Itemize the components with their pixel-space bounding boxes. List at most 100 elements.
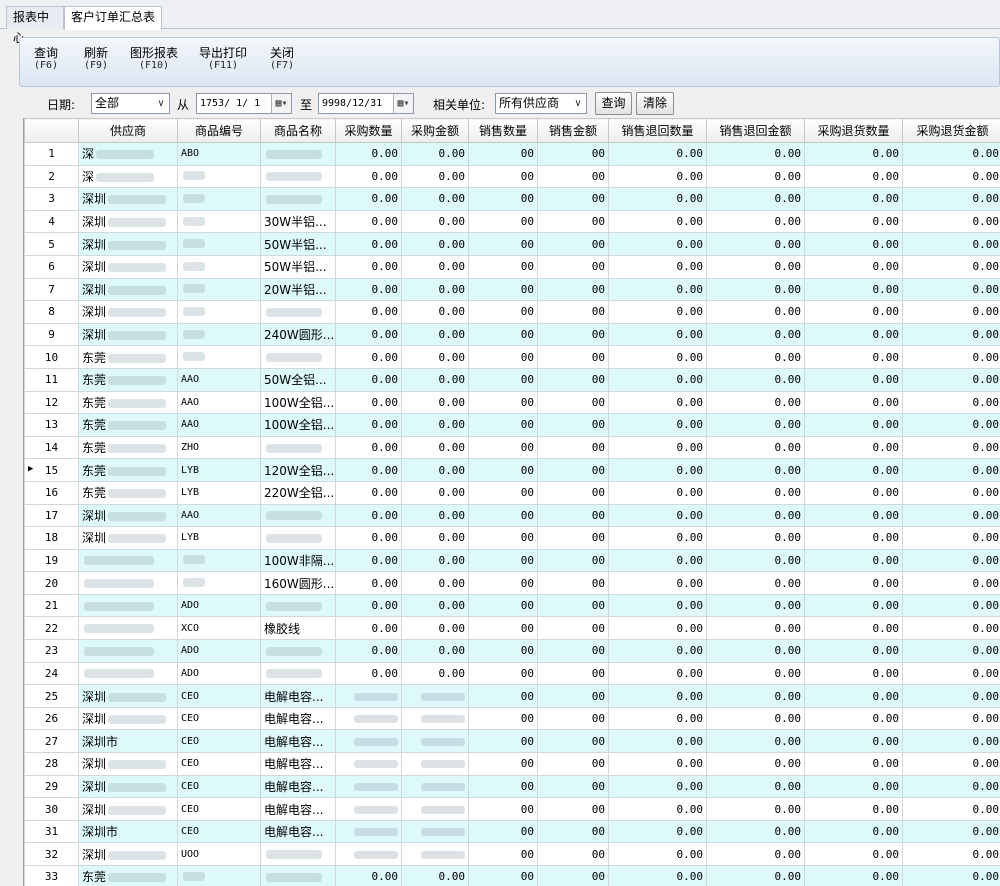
purchase-amount-cell[interactable]	[401, 774, 469, 799]
sales-qty-cell[interactable]: 00	[468, 232, 538, 256]
sales-return-qty-cell[interactable]: 0.00	[608, 187, 707, 211]
row-number-cell[interactable]: 8	[24, 300, 79, 324]
column-header[interactable]: 销售数量	[468, 118, 538, 143]
purchase-return-amount-cell[interactable]: 0.00	[902, 503, 1000, 528]
row-number-cell[interactable]: 25	[24, 684, 79, 708]
purchase-return-amount-cell[interactable]: 0.00	[902, 842, 1000, 866]
purchase-qty-cell[interactable]: 0.00	[335, 435, 402, 460]
product-name-cell[interactable]: 电解电容...	[260, 752, 336, 776]
purchase-return-qty-cell[interactable]: 0.00	[804, 865, 903, 886]
sales-qty-cell[interactable]: 00	[468, 322, 538, 347]
row-number-cell[interactable]: 33	[24, 865, 79, 886]
sales-return-qty-cell[interactable]: 0.00	[608, 752, 707, 776]
sales-amount-cell[interactable]: 00	[537, 616, 609, 641]
sales-qty-cell[interactable]: 00	[468, 142, 538, 166]
sales-return-amount-cell[interactable]: 0.00	[706, 345, 805, 369]
product-name-cell[interactable]: 50W全铝...	[260, 367, 336, 392]
table-row[interactable]: ▶ 15 东莞 LYB 120W全铝... 0.00 0.00 00 00 0.00 0.00 0.0…	[24, 458, 1000, 482]
sales-return-amount-cell[interactable]: 0.00	[706, 819, 805, 844]
sales-return-qty-cell[interactable]: 0.00	[608, 548, 707, 573]
table-row[interactable]: 13 东莞 AAO 100W全铝... 0.00 0.00 00 00 0.00 0.00 0.00…	[24, 413, 1000, 437]
supplier-cell[interactable]	[78, 616, 178, 641]
purchase-amount-cell[interactable]: 0.00	[401, 435, 469, 460]
product-code-cell[interactable]: ADO	[177, 593, 261, 618]
row-number-cell[interactable]: 23	[24, 639, 79, 663]
row-number-cell[interactable]: 17	[24, 503, 79, 528]
product-code-cell[interactable]: CEO	[177, 729, 261, 754]
row-number-cell[interactable]: 10	[24, 345, 79, 369]
sales-return-amount-cell[interactable]: 0.00	[706, 254, 805, 279]
sales-amount-cell[interactable]: 00	[537, 706, 609, 731]
table-row[interactable]: 17 深圳 AAO 0.00 0.00 00 00 0.00 0.00 0.00 0.00	[24, 503, 1000, 528]
purchase-qty-cell[interactable]: 0.00	[335, 232, 402, 256]
supplier-cell[interactable]: 深圳	[78, 526, 178, 550]
table-row[interactable]: 20 160W圆形... 0.00 0.00 00 00 0.00 0.00 0.00 0.00	[24, 571, 1000, 595]
purchase-amount-cell[interactable]: 0.00	[401, 413, 469, 437]
purchase-qty-cell[interactable]	[335, 774, 402, 799]
supplier-cell[interactable]: 东莞	[78, 390, 178, 415]
table-row[interactable]: 6 深圳 50W半铝... 0.00 0.00 00 00 0.00 0.00 0.00 0.00	[24, 254, 1000, 279]
purchase-return-amount-cell[interactable]: 0.00	[902, 435, 1000, 460]
sales-return-qty-cell[interactable]: 0.00	[608, 413, 707, 437]
supplier-cell[interactable]: 深圳	[78, 774, 178, 799]
row-number-cell[interactable]: 13	[24, 413, 79, 437]
column-header[interactable]: 商品名称	[260, 118, 336, 143]
purchase-qty-cell[interactable]: 0.00	[335, 526, 402, 550]
sales-return-amount-cell[interactable]: 0.00	[706, 706, 805, 731]
product-code-cell[interactable]: AAO	[177, 367, 261, 392]
product-code-cell[interactable]: CEO	[177, 684, 261, 708]
row-number-cell[interactable]: 12	[24, 390, 79, 415]
row-number-cell[interactable]: 14	[24, 435, 79, 460]
sales-amount-cell[interactable]: 00	[537, 254, 609, 279]
sales-qty-cell[interactable]: 00	[468, 413, 538, 437]
sales-qty-cell[interactable]: 00	[468, 164, 538, 189]
sales-return-qty-cell[interactable]: 0.00	[608, 774, 707, 799]
sales-return-amount-cell[interactable]: 0.00	[706, 616, 805, 641]
sales-qty-cell[interactable]: 00	[468, 367, 538, 392]
purchase-return-qty-cell[interactable]: 0.00	[804, 322, 903, 347]
supplier-cell[interactable]: 深圳	[78, 254, 178, 279]
sales-return-qty-cell[interactable]: 0.00	[608, 142, 707, 166]
purchase-amount-cell[interactable]: 0.00	[401, 164, 469, 189]
supplier-cell[interactable]: 深圳市	[78, 819, 178, 844]
sales-amount-cell[interactable]: 00	[537, 142, 609, 166]
sales-return-amount-cell[interactable]: 0.00	[706, 752, 805, 776]
sales-amount-cell[interactable]: 00	[537, 819, 609, 844]
table-row[interactable]: 5 深圳 50W半铝... 0.00 0.00 00 00 0.00 0.00 0.00 0.00	[24, 232, 1000, 256]
sales-return-qty-cell[interactable]: 0.00	[608, 797, 707, 821]
purchase-amount-cell[interactable]	[401, 729, 469, 754]
date-range-select[interactable]: 全部 ∨	[91, 93, 170, 114]
supplier-cell[interactable]: 东莞	[78, 480, 178, 505]
purchase-qty-cell[interactable]: 0.00	[335, 548, 402, 573]
sales-amount-cell[interactable]: 00	[537, 842, 609, 866]
supplier-cell[interactable]: 深圳	[78, 503, 178, 528]
table-row[interactable]: 7 深圳 20W半铝... 0.00 0.00 00 00 0.00 0.00 0.00 0.00	[24, 277, 1000, 302]
sales-qty-cell[interactable]: 00	[468, 593, 538, 618]
row-number-cell[interactable]: 4	[24, 209, 79, 234]
row-number-cell[interactable]: 20	[24, 571, 79, 595]
sales-amount-cell[interactable]: 00	[537, 345, 609, 369]
purchase-amount-cell[interactable]: 0.00	[401, 367, 469, 392]
table-row[interactable]: 21 ADO 0.00 0.00 00 00 0.00 0.00 0.00 0.00	[24, 593, 1000, 618]
purchase-return-amount-cell[interactable]: 0.00	[902, 187, 1000, 211]
sales-return-qty-cell[interactable]: 0.00	[608, 639, 707, 663]
sales-return-amount-cell[interactable]: 0.00	[706, 865, 805, 886]
product-code-cell[interactable]: CEO	[177, 774, 261, 799]
sales-qty-cell[interactable]: 00	[468, 277, 538, 302]
query-button[interactable]: 查询	[595, 92, 632, 115]
row-number-cell[interactable]: 32	[24, 842, 79, 866]
sales-amount-cell[interactable]: 00	[537, 661, 609, 686]
purchase-return-qty-cell[interactable]: 0.00	[804, 842, 903, 866]
sales-qty-cell[interactable]: 00	[468, 480, 538, 505]
row-number-cell[interactable]: 1	[24, 142, 79, 166]
sales-return-amount-cell[interactable]: 0.00	[706, 164, 805, 189]
product-code-cell[interactable]: LYB	[177, 480, 261, 505]
row-number-cell[interactable]: 19	[24, 548, 79, 573]
purchase-amount-cell[interactable]: 0.00	[401, 277, 469, 302]
sales-qty-cell[interactable]: 00	[468, 752, 538, 776]
purchase-return-qty-cell[interactable]: 0.00	[804, 435, 903, 460]
purchase-qty-cell[interactable]: 0.00	[335, 345, 402, 369]
purchase-qty-cell[interactable]: 0.00	[335, 367, 402, 392]
purchase-return-amount-cell[interactable]: 0.00	[902, 819, 1000, 844]
sales-return-qty-cell[interactable]: 0.00	[608, 616, 707, 641]
